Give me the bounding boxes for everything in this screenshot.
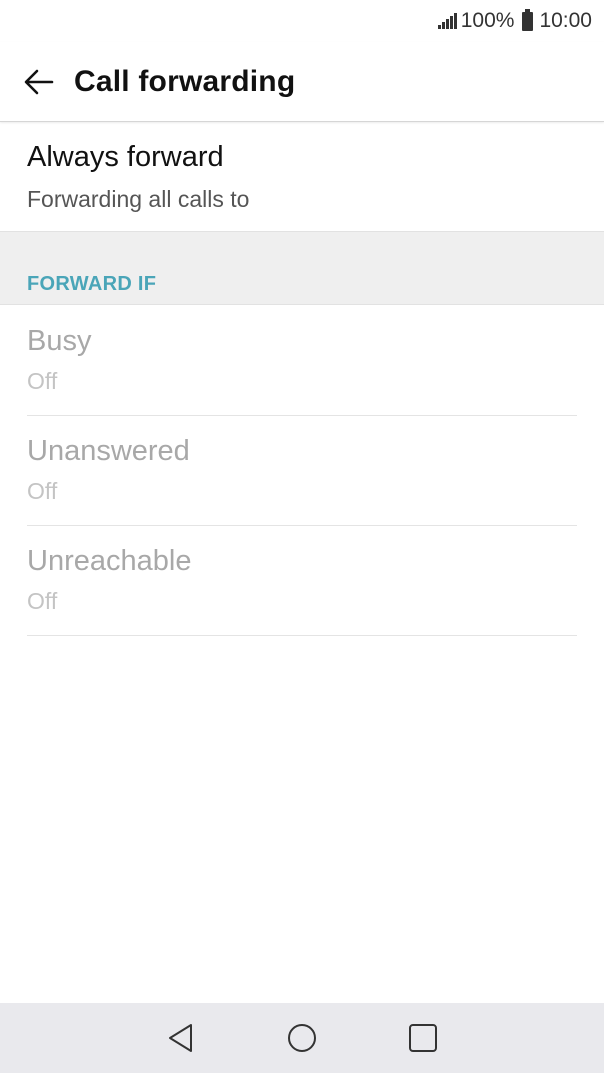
home-circle-icon: [287, 1024, 316, 1052]
forward-if-section-header: FORWARD IF: [0, 231, 604, 305]
always-forward-item[interactable]: Always forward Forwarding all calls to: [0, 123, 604, 231]
battery-percent: 100%: [460, 9, 515, 32]
busy-title: Busy: [27, 325, 92, 357]
signal-icon: [437, 13, 457, 29]
nav-home-button[interactable]: [277, 1013, 327, 1063]
nav-back-button[interactable]: [156, 1013, 206, 1063]
back-triangle-icon: [168, 1024, 192, 1052]
unreachable-item[interactable]: Unreachable Off: [27, 526, 577, 636]
unreachable-value: Off: [27, 588, 58, 614]
section-label: FORWARD IF: [27, 273, 157, 295]
page-title: Call forwarding: [74, 64, 296, 98]
clock: 10:00: [539, 9, 592, 32]
unanswered-item[interactable]: Unanswered Off: [27, 416, 577, 526]
system-nav-bar: [0, 1003, 604, 1073]
app-bar: Call forwarding: [0, 42, 604, 122]
unreachable-title: Unreachable: [27, 545, 192, 577]
busy-value: Off: [27, 368, 58, 394]
arrow-left-icon: [24, 69, 54, 94]
busy-item[interactable]: Busy Off: [27, 306, 577, 416]
back-button[interactable]: [12, 55, 66, 109]
status-bar: 100% 10:00: [0, 0, 604, 42]
unanswered-title: Unanswered: [27, 435, 190, 467]
always-forward-title: Always forward: [27, 141, 224, 173]
always-forward-subtitle: Forwarding all calls to: [27, 186, 250, 212]
unanswered-value: Off: [27, 478, 58, 504]
call-forwarding-screen: 100% 10:00 Call forwarding Always forwar…: [0, 0, 604, 1073]
nav-recents-button[interactable]: [398, 1013, 448, 1063]
recents-square-icon: [409, 1024, 438, 1052]
battery-icon: [522, 8, 534, 31]
